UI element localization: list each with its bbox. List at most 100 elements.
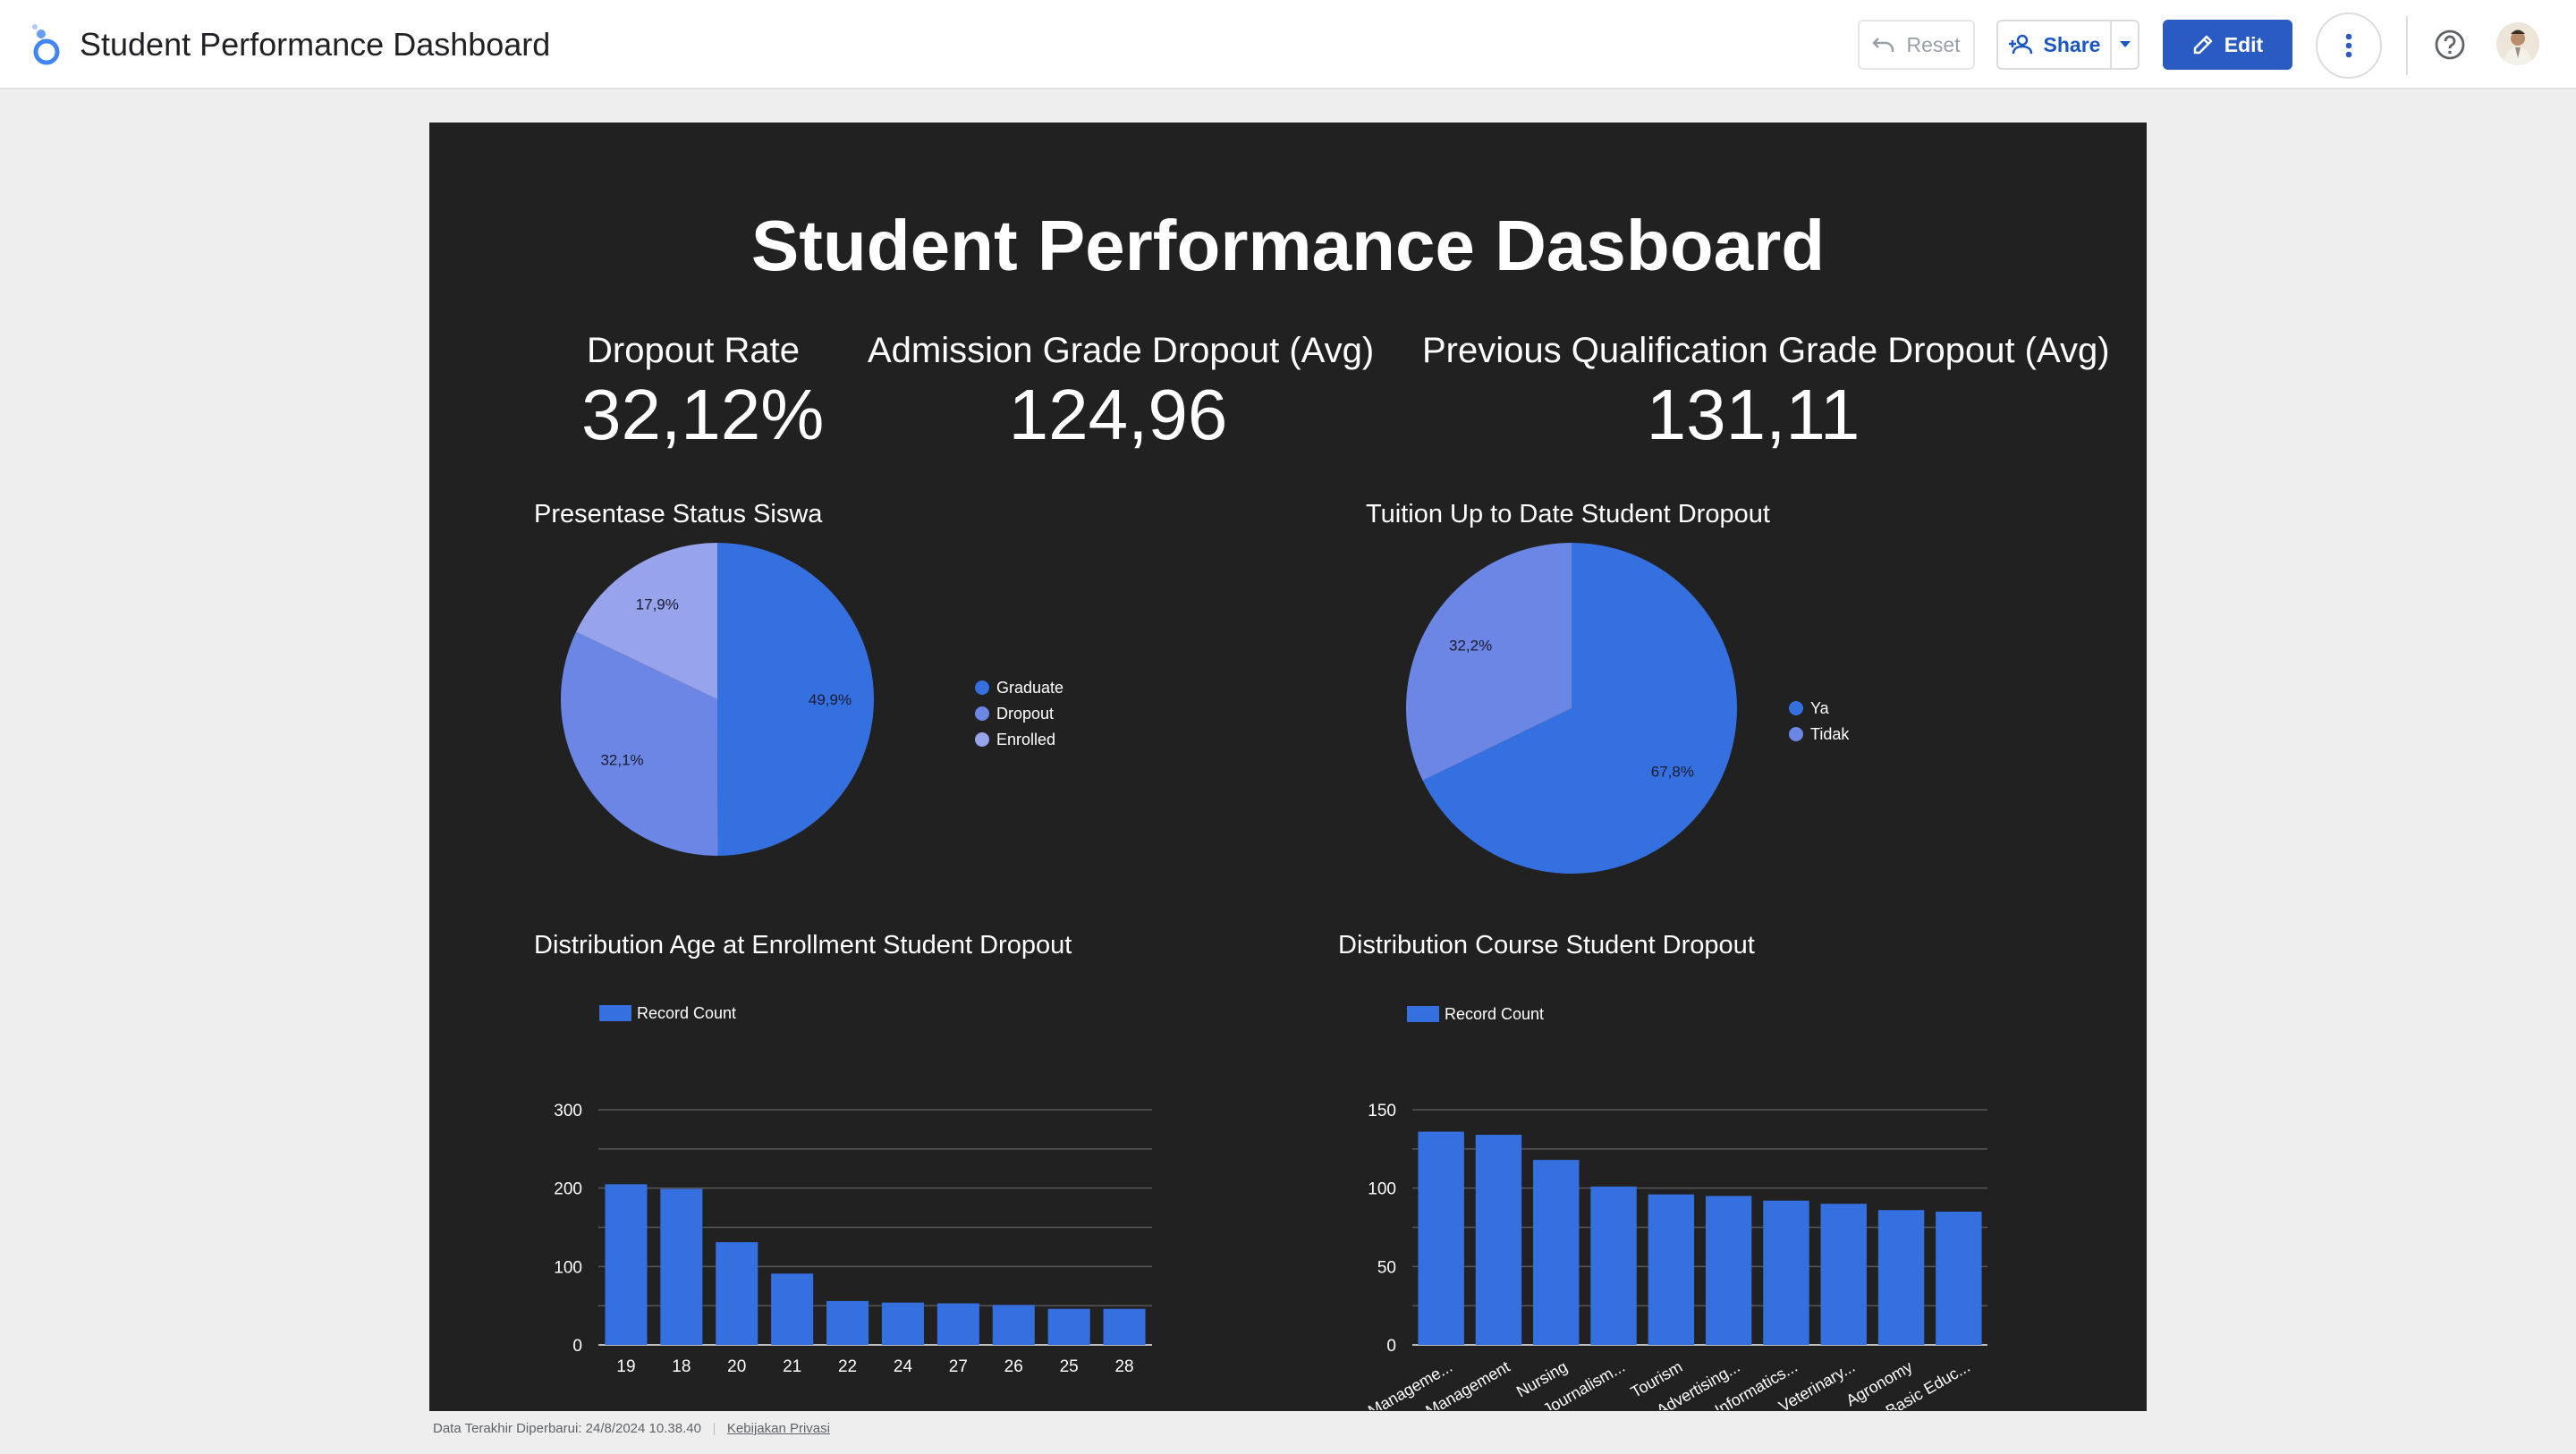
account-avatar[interactable]	[2496, 22, 2539, 65]
bar	[660, 1188, 703, 1345]
legend-swatch	[975, 706, 989, 721]
chart-title-age-distribution: Distribution Age at Enrollment Student D…	[534, 931, 1072, 959]
report-canvas: Student Performance Dasboard Dropout Rat…	[429, 123, 2147, 1411]
share-options-button[interactable]	[2110, 20, 2140, 70]
bar	[605, 1184, 648, 1345]
chart-title-status-siswa: Presentase Status Siswa	[534, 500, 823, 528]
bar	[771, 1273, 814, 1345]
x-tick-label: 22	[838, 1357, 857, 1376]
bar	[1590, 1186, 1637, 1345]
pie-slice-label: 49,9%	[809, 691, 852, 708]
bar	[1648, 1194, 1695, 1345]
legend-swatch	[975, 681, 989, 695]
x-tick-label: 27	[949, 1357, 968, 1376]
x-tick-label: 25	[1060, 1357, 1079, 1376]
kpi-label: Admission Grade Dropout (Avg)	[868, 331, 1375, 370]
report-footer: Data Terakhir Diperbarui: 24/8/2024 10.3…	[433, 1421, 830, 1436]
caret-down-icon	[2119, 41, 2131, 47]
chart-title-course-distribution: Distribution Course Student Dropout	[1338, 931, 1755, 959]
legend-label: Ya	[1810, 699, 1830, 717]
bar	[826, 1300, 869, 1345]
legend-swatch	[1789, 701, 1803, 715]
bar	[992, 1305, 1035, 1345]
x-tick-label: 24	[894, 1357, 913, 1376]
reset-button[interactable]: Reset	[1858, 20, 1975, 70]
kpi-value: 124,96	[1008, 375, 1228, 454]
y-tick-label: 50	[1377, 1258, 1396, 1277]
pie-slice-label: 32,1%	[600, 751, 643, 768]
x-tick-label: 28	[1114, 1357, 1133, 1376]
legend-label: Tidak	[1810, 725, 1850, 743]
looker-studio-logo-icon[interactable]	[27, 23, 66, 66]
bar	[1475, 1135, 1522, 1345]
chart-title-tuition-up-to-date: Tuition Up to Date Student Dropout	[1366, 500, 1770, 528]
toolbar-divider	[2406, 16, 2408, 75]
legend-label: Record Count	[1445, 1005, 1544, 1023]
report-name[interactable]: Student Performance Dashboard	[80, 23, 550, 66]
bar	[936, 1303, 979, 1345]
y-tick-label: 300	[554, 1102, 582, 1120]
legend-swatch	[1407, 1006, 1439, 1022]
last-updated-text: Data Terakhir Diperbarui: 24/8/2024 10.3…	[433, 1421, 701, 1436]
top-bar: Student Performance Dashboard Reset Shar…	[0, 0, 2576, 89]
kpi-label: Previous Qualification Grade Dropout (Av…	[1422, 331, 2110, 370]
x-tick-label: 19	[616, 1357, 635, 1376]
pie-chart-tuition-up-to-date[interactable]: 67,8% 32,2% Ya Tidak	[1324, 543, 1950, 918]
report-title: Student Performance Dasboard	[750, 206, 1826, 285]
legend-label: Graduate	[996, 679, 1063, 697]
pencil-icon	[2193, 35, 2213, 55]
legend-label: Dropout	[996, 705, 1054, 723]
y-tick-label: 150	[1368, 1102, 1396, 1120]
x-tick-label: 26	[1004, 1357, 1023, 1376]
more-options-button[interactable]	[2316, 13, 2382, 79]
kpi-dropout-rate[interactable]: Dropout Rate 32,12%	[581, 328, 825, 455]
bar	[1103, 1308, 1146, 1345]
bar	[1820, 1204, 1867, 1345]
bar	[1533, 1160, 1580, 1345]
kpi-value: 32,12%	[581, 375, 825, 454]
pie-chart-status-siswa[interactable]: 49,9% 32,1% 17,9% Graduate Dropout Enrolled	[501, 543, 1127, 918]
legend-label: Record Count	[637, 1004, 736, 1022]
more-vert-icon	[2345, 33, 2352, 58]
x-tick-label: 18	[672, 1357, 691, 1376]
legend-swatch	[975, 732, 989, 747]
help-icon[interactable]	[2434, 29, 2466, 61]
bar	[881, 1302, 924, 1345]
kpi-value: 131,11	[1646, 375, 1860, 454]
share-button[interactable]: Share	[1996, 20, 2110, 70]
privacy-policy-link[interactable]: Kebijakan Privasi	[727, 1421, 830, 1436]
y-tick-label: 100	[554, 1258, 582, 1277]
edit-label: Edit	[2224, 32, 2264, 56]
footer-separator	[713, 1423, 715, 1436]
edit-button[interactable]: Edit	[2163, 20, 2292, 70]
add-person-icon	[2008, 34, 2032, 55]
legend-label: Enrolled	[996, 731, 1055, 748]
bar	[1936, 1211, 1982, 1345]
pie-slice-label: 32,2%	[1449, 637, 1492, 654]
kpi-previous-qualification-grade[interactable]: Previous Qualification Grade Dropout (Av…	[1422, 328, 2110, 455]
x-tick-label: 20	[727, 1357, 746, 1376]
reset-label: Reset	[1906, 32, 1961, 56]
x-tick-label: 21	[783, 1357, 801, 1376]
bar	[716, 1242, 758, 1345]
pie-slice-label: 17,9%	[636, 596, 679, 613]
kpi-admission-grade[interactable]: Admission Grade Dropout (Avg) 124,96	[868, 328, 1375, 455]
legend-swatch	[599, 1005, 631, 1021]
bar-chart-course-distribution[interactable]: 050100150Manageme...Management NursingJou…	[1324, 972, 2039, 1410]
y-tick-label: 0	[1386, 1337, 1396, 1356]
bar	[1418, 1131, 1464, 1345]
bar	[1047, 1308, 1090, 1345]
user-photo-icon	[2496, 22, 2539, 65]
kpi-label: Dropout Rate	[587, 331, 800, 370]
share-label: Share	[2043, 32, 2101, 56]
bar	[1705, 1196, 1752, 1345]
bar-chart-age-distribution[interactable]: 0 100 200 300 19 18 20 21 22 24 27 26 25 28 Record Cou…	[501, 972, 1216, 1410]
undo-icon	[1872, 38, 1894, 52]
bar	[1763, 1200, 1809, 1345]
y-tick-label: 100	[1368, 1180, 1396, 1199]
bar	[1877, 1210, 1925, 1345]
pie-slice-label: 67,8%	[1651, 764, 1694, 781]
legend-swatch	[1789, 727, 1803, 741]
y-tick-label: 200	[554, 1180, 582, 1199]
y-tick-label: 0	[572, 1337, 582, 1356]
